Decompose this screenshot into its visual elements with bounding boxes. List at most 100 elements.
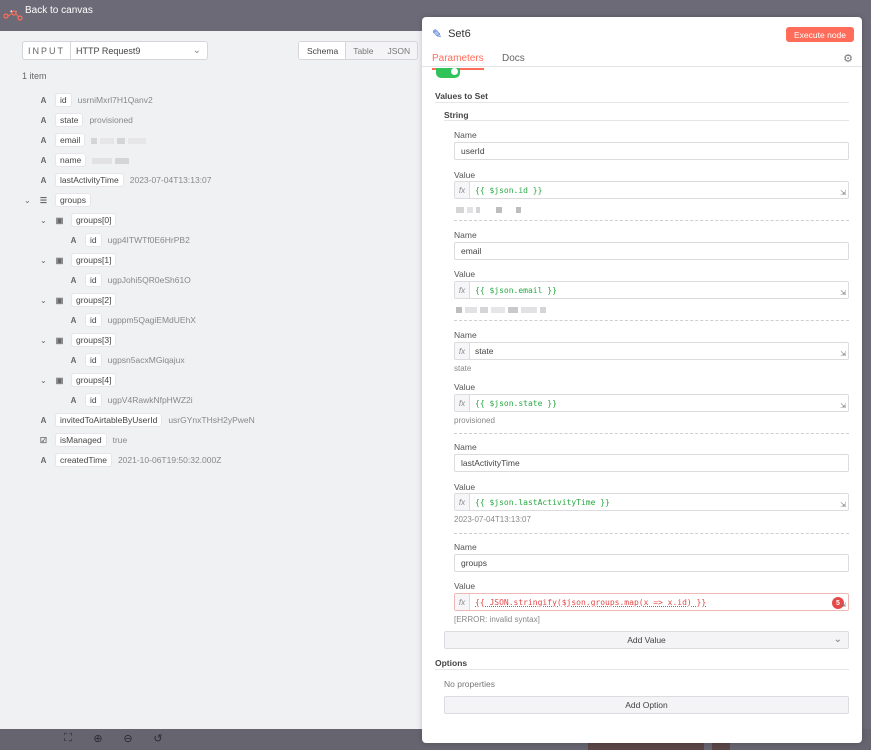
field-value: ugppm5QagiEMdUEhX: [107, 315, 196, 325]
value-label: Value: [454, 170, 476, 180]
expand-icon[interactable]: ⇲: [840, 350, 846, 358]
add-option-button[interactable]: Add Option: [444, 696, 849, 714]
node-title[interactable]: ✎ Set6: [432, 27, 471, 41]
error-hint: [ERROR: invalid syntax]: [454, 615, 540, 624]
zoom-out-icon[interactable]: ⊖: [122, 731, 134, 745]
redacted-hint: [456, 204, 524, 214]
chevron-down-icon[interactable]: ⌄: [40, 376, 48, 385]
schema-row-object[interactable]: ⌄ ▣ groups[3]: [40, 333, 117, 347]
schema-row[interactable]: A id ugpJohi5QR0eSh61O: [68, 273, 191, 287]
tab-schema[interactable]: Schema: [299, 42, 347, 59]
value-expression-input[interactable]: fx {{ $json.email }} ⇲: [454, 281, 849, 299]
string-type-icon: A: [70, 235, 77, 245]
redacted-value: [91, 135, 149, 145]
input-node-select[interactable]: HTTP Request9 ⌄: [70, 41, 208, 60]
field-key: createdTime: [55, 453, 112, 467]
value-expression-input[interactable]: fx {{ $json.id }} ⇲: [454, 181, 849, 199]
expand-icon[interactable]: ⇲: [840, 402, 846, 410]
schema-row-array[interactable]: ⌄ ☰ groups: [24, 193, 91, 207]
reset-zoom-icon[interactable]: ↺: [152, 731, 164, 745]
string-type-icon: A: [40, 155, 47, 165]
enable-toggle[interactable]: [436, 68, 460, 78]
schema-row[interactable]: A lastActivityTime 2023-07-04T13:13:07: [38, 173, 212, 187]
execute-node-button[interactable]: Execute node: [786, 27, 854, 42]
name-expression-input[interactable]: fx state ⇲: [454, 342, 849, 360]
string-type-icon: A: [40, 115, 47, 125]
expand-icon[interactable]: ⇲: [840, 289, 846, 297]
expand-icon[interactable]: ⇲: [840, 189, 846, 197]
value-expression-input[interactable]: fx {{ $json.state }} ⇲: [454, 394, 849, 412]
tab-json[interactable]: JSON: [381, 42, 418, 59]
name-input[interactable]: lastActivityTime: [454, 454, 849, 472]
values-to-set-heading: Values to Set: [435, 91, 488, 101]
tab-table[interactable]: Table: [346, 42, 380, 59]
chevron-down-icon[interactable]: ⌄: [40, 296, 48, 305]
list-type-icon: ☰: [39, 195, 48, 205]
name-label: Name: [454, 130, 477, 140]
schema-row[interactable]: A id ugpV4RawkNfpHWZ2i: [68, 393, 193, 407]
field-key: invitedToAirtableByUserId: [55, 413, 163, 427]
field-value: ugpJohi5QR0eSh61O: [107, 275, 191, 285]
input-node-value: HTTP Request9: [76, 45, 141, 56]
add-value-button[interactable]: Add Value ⌄: [444, 631, 849, 649]
schema-row[interactable]: A name: [38, 153, 132, 167]
tab-docs[interactable]: Docs: [502, 53, 525, 64]
value-expression-input[interactable]: fx {{ JSON.stringify($json.groups.map(x …: [454, 593, 849, 611]
value-expression-input[interactable]: fx {{ $json.lastActivityTime }} ⇲: [454, 493, 849, 511]
string-type-icon: A: [70, 315, 77, 325]
schema-row[interactable]: A invitedToAirtableByUserId usrGYnxTHsH2…: [38, 413, 255, 427]
field-value: 2021-10-06T19:50:32.000Z: [117, 455, 222, 465]
schema-row[interactable]: A id ugpsn5acxMGiqajux: [68, 353, 185, 367]
expression-text: {{ $json.id }}: [475, 185, 543, 195]
schema-row[interactable]: A id ugppm5QagiEMdUEhX: [68, 313, 196, 327]
field-key: groups: [55, 193, 91, 207]
schema-row[interactable]: A state provisioned: [38, 113, 133, 127]
field-key: groups[1]: [71, 253, 117, 267]
schema-row-object[interactable]: ⌄ ▣ groups[0]: [40, 213, 117, 227]
schema-row[interactable]: A id usrniMxrl7H1Qanv2: [38, 93, 153, 107]
schema-row-object[interactable]: ⌄ ▣ groups[1]: [40, 253, 117, 267]
chevron-down-icon[interactable]: ⌄: [40, 256, 48, 265]
expand-icon[interactable]: ⇲: [840, 601, 846, 609]
gear-icon[interactable]: ⚙: [843, 52, 853, 65]
fit-view-icon[interactable]: ⛶: [62, 731, 74, 745]
expression-text: {{ $json.email }}: [475, 285, 557, 295]
schema-row[interactable]: A id ugp4ITWTf0E6HrPB2: [68, 233, 190, 247]
object-type-icon: ▣: [55, 215, 64, 225]
value-result-hint: provisioned: [454, 416, 495, 425]
string-type-icon: A: [40, 455, 47, 465]
schema-row-object[interactable]: ⌄ ▣ groups[4]: [40, 373, 117, 387]
schema-row-object[interactable]: ⌄ ▣ groups[2]: [40, 293, 117, 307]
input-pane: INPUT HTTP Request9 ⌄ Schema Table JSON …: [0, 31, 422, 729]
field-key: id: [85, 353, 102, 367]
schema-row[interactable]: A createdTime 2021-10-06T19:50:32.000Z: [38, 453, 221, 467]
field-key: state: [55, 113, 84, 127]
chevron-down-icon[interactable]: ⌄: [40, 336, 48, 345]
name-label: Name: [454, 330, 477, 340]
string-type-icon: A: [70, 355, 77, 365]
chevron-down-icon[interactable]: ⌄: [24, 196, 32, 205]
expand-icon[interactable]: ⇲: [840, 501, 846, 509]
chevron-down-icon[interactable]: ⌄: [40, 216, 48, 225]
fx-icon: fx: [455, 594, 470, 610]
field-key: groups[2]: [71, 293, 117, 307]
tab-parameters[interactable]: Parameters: [432, 53, 484, 70]
name-label: Name: [454, 442, 477, 452]
view-mode-tabs: Schema Table JSON: [298, 41, 419, 60]
zoom-controls: ⛶ ⊕ ⊖ ↺: [62, 731, 164, 745]
zoom-in-icon[interactable]: ⊕: [92, 731, 104, 745]
value-label: Value: [454, 269, 476, 279]
field-key: lastActivityTime: [55, 173, 124, 187]
fx-icon: fx: [455, 395, 470, 411]
field-value: usrniMxrl7H1Qanv2: [77, 95, 153, 105]
name-input[interactable]: email: [454, 242, 849, 260]
name-input[interactable]: userId: [454, 142, 849, 160]
name-expression-text: state: [475, 346, 494, 356]
name-input[interactable]: groups: [454, 554, 849, 572]
item-count: 1 item: [22, 71, 47, 81]
name-label: Name: [454, 230, 477, 240]
schema-row[interactable]: A email: [38, 133, 149, 147]
expression-text: {{ JSON.stringify($json.groups.map(x => …: [475, 597, 707, 607]
string-type-icon: A: [40, 135, 47, 145]
schema-row[interactable]: ☑ isManaged true: [38, 433, 127, 447]
